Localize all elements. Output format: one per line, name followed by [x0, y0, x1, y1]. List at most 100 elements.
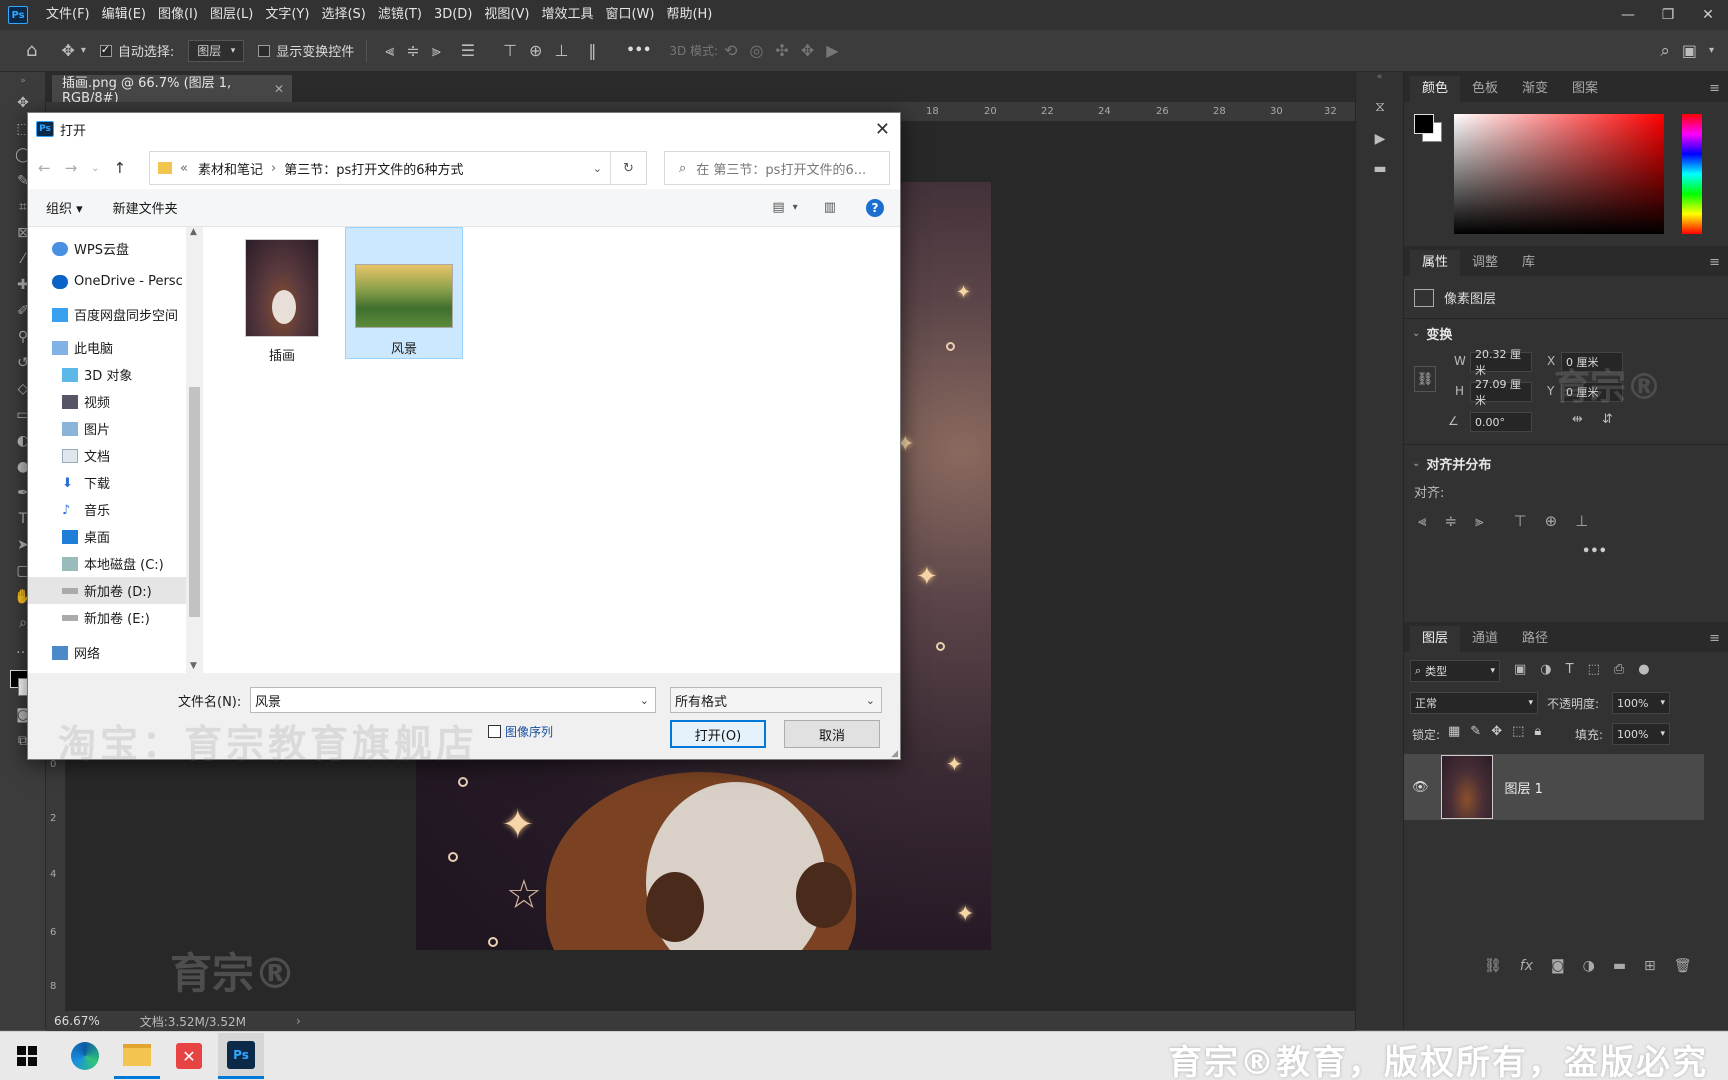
transform-section-header[interactable]: ⌄ 变换	[1412, 324, 1452, 343]
align-top-icon[interactable]: ⊤	[1514, 512, 1527, 530]
panel-menu-icon[interactable]: ≡	[1709, 250, 1720, 276]
image-sequence-option[interactable]: 图像序列	[488, 723, 553, 740]
nav-item-drive-e[interactable]: 新加卷 (E:)	[28, 604, 202, 631]
menu-item[interactable]: 编辑(E)	[96, 0, 152, 30]
adjustment-filter-icon[interactable]: ◑	[1540, 662, 1551, 677]
search-icon[interactable]: ⌕	[1660, 41, 1670, 61]
history-panel-icon[interactable]: ⧖	[1356, 90, 1404, 124]
tab-layers[interactable]: 图层	[1410, 626, 1461, 652]
align-bottom-icon[interactable]: ⊥	[1575, 512, 1588, 530]
tab-swatches[interactable]: 色板	[1460, 76, 1510, 102]
lock-position-icon[interactable]: ✥	[1491, 724, 1502, 739]
lock-all-icon[interactable]: 🔒︎	[1534, 724, 1541, 739]
address-bar[interactable]: « 素材和笔记 › 第三节：ps打开文件的6种方式 ⌄ ↻	[149, 151, 647, 185]
zoom-level[interactable]: 66.67%	[54, 1014, 100, 1028]
align-top-icon[interactable]: ⊤	[503, 41, 517, 60]
3d-orbit-icon[interactable]: ⟲	[724, 41, 737, 60]
close-icon[interactable]: ✕	[1688, 0, 1728, 30]
chevron-down-icon[interactable]: ▾	[1709, 45, 1714, 56]
pixel-filter-icon[interactable]: ▣	[1514, 662, 1526, 677]
nav-item-this-pc[interactable]: 此电脑	[28, 334, 202, 361]
lock-image-icon[interactable]: ✎	[1470, 724, 1481, 739]
edge-browser-icon[interactable]	[62, 1033, 108, 1079]
align-right-icon[interactable]: ⫸	[432, 41, 441, 61]
menu-item[interactable]: 文件(F)	[40, 0, 96, 30]
cancel-button[interactable]: 取消	[784, 720, 880, 748]
organize-button[interactable]: 组织 ▾	[46, 198, 83, 217]
menu-item[interactable]: 选择(S)	[315, 0, 371, 30]
tab-properties[interactable]: 属性	[1410, 250, 1461, 276]
tab-libraries[interactable]: 库	[1510, 250, 1547, 276]
search-box[interactable]: ⌕ 在 第三节：ps打开文件的6...	[664, 151, 890, 185]
tab-color[interactable]: 颜色	[1410, 76, 1461, 102]
nav-item-desktop[interactable]: 桌面	[28, 523, 202, 550]
layer-filter-dropdown[interactable]: ⌕ 类型 ▾	[1410, 660, 1500, 682]
restore-icon[interactable]: ❐	[1648, 0, 1688, 30]
eye-visibility-icon[interactable]: 👁︎	[1412, 780, 1429, 795]
blend-mode-dropdown[interactable]: 正常 ▾	[1410, 692, 1538, 714]
3d-slide-icon[interactable]: ✥	[801, 41, 814, 60]
minimize-icon[interactable]: —	[1608, 0, 1648, 30]
more-options-icon[interactable]: •••	[1582, 544, 1607, 559]
more-options-icon[interactable]: •••	[626, 43, 651, 58]
nav-item-music[interactable]: ♪ 音乐	[28, 496, 202, 523]
windows-start-icon[interactable]	[4, 1033, 50, 1079]
chevron-down-icon[interactable]: ▾	[81, 45, 86, 56]
lock-transparent-icon[interactable]: ▦	[1448, 724, 1460, 739]
color-picker-field[interactable]	[1454, 114, 1664, 234]
nav-item-downloads[interactable]: ⬇ 下载	[28, 469, 202, 496]
forward-arrow-icon[interactable]: →	[65, 159, 78, 177]
tab-gradients[interactable]: 渐变	[1510, 76, 1560, 102]
breadcrumb-item[interactable]: 素材和笔记	[198, 159, 263, 178]
smart-object-filter-icon[interactable]: ⎙	[1614, 662, 1624, 677]
app-icon[interactable]: ✕	[166, 1033, 212, 1079]
menu-item[interactable]: 滤镜(T)	[372, 0, 428, 30]
flip-horizontal-icon[interactable]: ⇹	[1572, 412, 1583, 427]
filename-input[interactable]: 风景 ⌄	[250, 687, 656, 713]
link-icon[interactable]: ⛓	[1414, 366, 1436, 392]
angle-field[interactable]: 0.00°	[1470, 412, 1532, 432]
type-filter-icon[interactable]: T	[1566, 662, 1574, 677]
align-right-icon[interactable]: ⫸	[1475, 512, 1483, 530]
scroll-up-icon[interactable]: ▲	[190, 227, 197, 237]
close-icon[interactable]: ✕	[875, 119, 890, 140]
new-group-icon[interactable]: ▬	[1613, 958, 1626, 974]
actions-panel-icon[interactable]: ▶	[1356, 124, 1404, 154]
help-icon[interactable]: ?	[866, 198, 884, 217]
move-tool-icon[interactable]: ✥	[61, 41, 74, 60]
align-bottom-icon[interactable]: ⊥	[554, 41, 568, 60]
panel-menu-icon[interactable]: ≡	[1709, 76, 1720, 102]
menu-item[interactable]: 视图(V)	[478, 0, 535, 30]
close-tab-icon[interactable]: ✕	[274, 82, 284, 96]
image-sequence-checkbox[interactable]	[488, 725, 501, 738]
3d-camera-icon[interactable]: ▶	[826, 41, 838, 60]
nav-item-wps-cloud[interactable]: WPS云盘	[28, 235, 202, 262]
file-item-selected[interactable]: 风景	[345, 227, 463, 359]
up-arrow-icon[interactable]: ↑	[114, 159, 127, 177]
layer-name[interactable]: 图层 1	[1505, 778, 1543, 797]
link-layers-icon[interactable]: ⛓	[1484, 958, 1502, 974]
nav-item-baidu[interactable]: 百度网盘同步空间	[28, 301, 202, 328]
shape-filter-icon[interactable]: ⬚	[1588, 662, 1600, 677]
new-layer-icon[interactable]: ⊞	[1644, 958, 1656, 974]
width-field[interactable]: 20.32 厘米	[1470, 348, 1532, 377]
align-left-icon[interactable]: ⫷	[1418, 512, 1426, 530]
workspace-icon[interactable]: ▣	[1682, 41, 1697, 60]
nav-item-videos[interactable]: 视频	[28, 388, 202, 415]
nav-item-drive-d[interactable]: 新加卷 (D:)	[28, 577, 202, 604]
nav-item-network[interactable]: 网络	[28, 639, 202, 666]
show-transform-checkbox[interactable]	[258, 44, 271, 57]
file-type-dropdown[interactable]: 所有格式 ⌄	[670, 687, 882, 713]
distribute-icon[interactable]: ☰	[461, 41, 475, 60]
tab-adjustments[interactable]: 调整	[1460, 250, 1510, 276]
align-center-icon[interactable]: ≑	[406, 41, 419, 60]
home-icon[interactable]: ⌂	[26, 40, 37, 61]
3d-pan-icon[interactable]: ✣	[775, 41, 788, 60]
menu-item[interactable]: 帮助(H)	[660, 0, 718, 30]
file-item[interactable]: 插画	[223, 235, 341, 367]
nav-item-onedrive[interactable]: OneDrive - Persc	[28, 268, 202, 295]
delete-layer-icon[interactable]: 🗑︎	[1674, 958, 1692, 974]
flip-vertical-icon[interactable]: ⇵	[1602, 412, 1613, 427]
scroll-thumb[interactable]	[189, 387, 200, 617]
back-arrow-icon[interactable]: ←	[38, 159, 51, 177]
